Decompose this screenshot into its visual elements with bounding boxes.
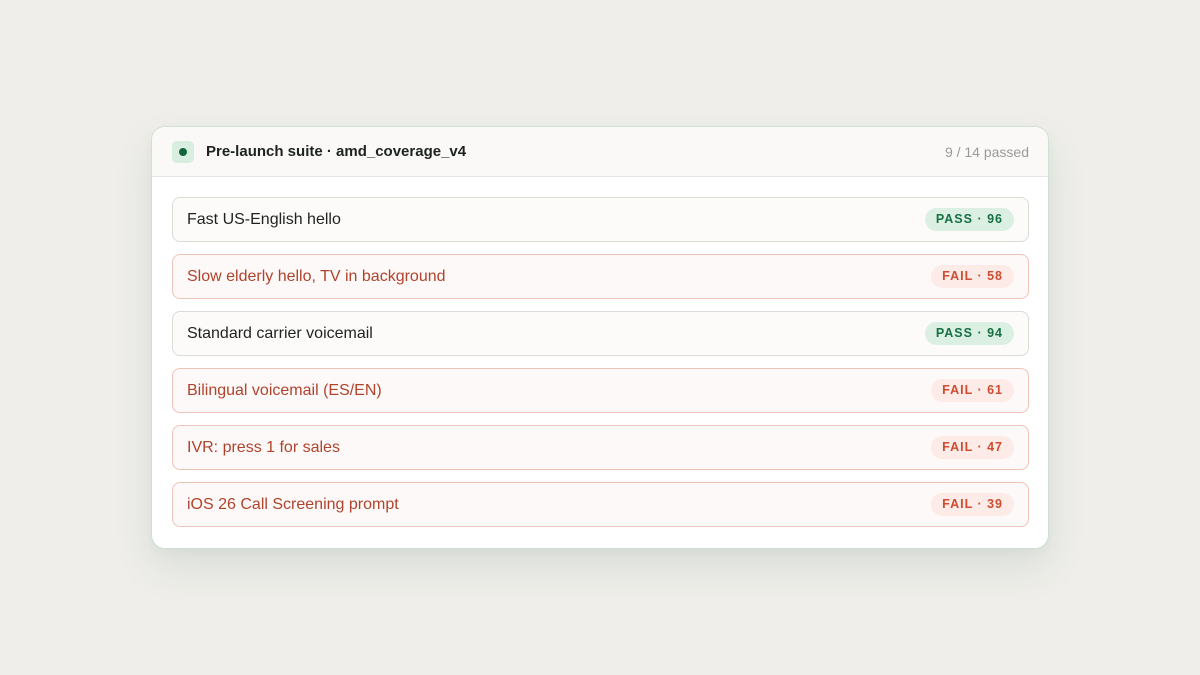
status-dot-icon bbox=[179, 147, 187, 156]
test-result-badge: FAIL · 61 bbox=[931, 379, 1014, 402]
pass-count: 9 / 14 passed bbox=[944, 143, 1029, 160]
test-label: Slow elderly hello, TV in background bbox=[187, 267, 446, 285]
test-list: Fast US-English hello PASS · 96 Slow eld… bbox=[152, 177, 1048, 527]
test-label: Bilingual voicemail (ES/EN) bbox=[187, 381, 382, 399]
test-label: IVR: press 1 for sales bbox=[187, 438, 340, 456]
suite-header: Pre-launch suite · amd_coverage_v4 9 / 1… bbox=[152, 127, 1048, 177]
test-result-badge: FAIL · 39 bbox=[931, 493, 1014, 516]
test-row[interactable]: Slow elderly hello, TV in background FAI… bbox=[172, 254, 1029, 299]
test-result-badge: PASS · 94 bbox=[924, 322, 1014, 345]
suite-title: Pre-launch suite · amd_coverage_v4 bbox=[206, 143, 467, 160]
test-result-badge: FAIL · 58 bbox=[931, 265, 1014, 288]
test-row[interactable]: Bilingual voicemail (ES/EN) FAIL · 61 bbox=[172, 368, 1029, 413]
test-suite-card: Pre-launch suite · amd_coverage_v4 9 / 1… bbox=[151, 126, 1049, 549]
test-row[interactable]: Standard carrier voicemail PASS · 94 bbox=[172, 311, 1029, 356]
test-row[interactable]: Fast US-English hello PASS · 96 bbox=[172, 197, 1029, 242]
test-label: iOS 26 Call Screening prompt bbox=[187, 495, 399, 513]
test-result-badge: PASS · 96 bbox=[924, 208, 1014, 231]
test-row[interactable]: IVR: press 1 for sales FAIL · 47 bbox=[172, 425, 1029, 470]
test-label: Fast US-English hello bbox=[187, 210, 341, 228]
test-result-badge: FAIL · 47 bbox=[931, 436, 1014, 459]
suite-status-indicator bbox=[172, 140, 194, 163]
test-label: Standard carrier voicemail bbox=[187, 324, 373, 342]
test-row[interactable]: iOS 26 Call Screening prompt FAIL · 39 bbox=[172, 482, 1029, 527]
